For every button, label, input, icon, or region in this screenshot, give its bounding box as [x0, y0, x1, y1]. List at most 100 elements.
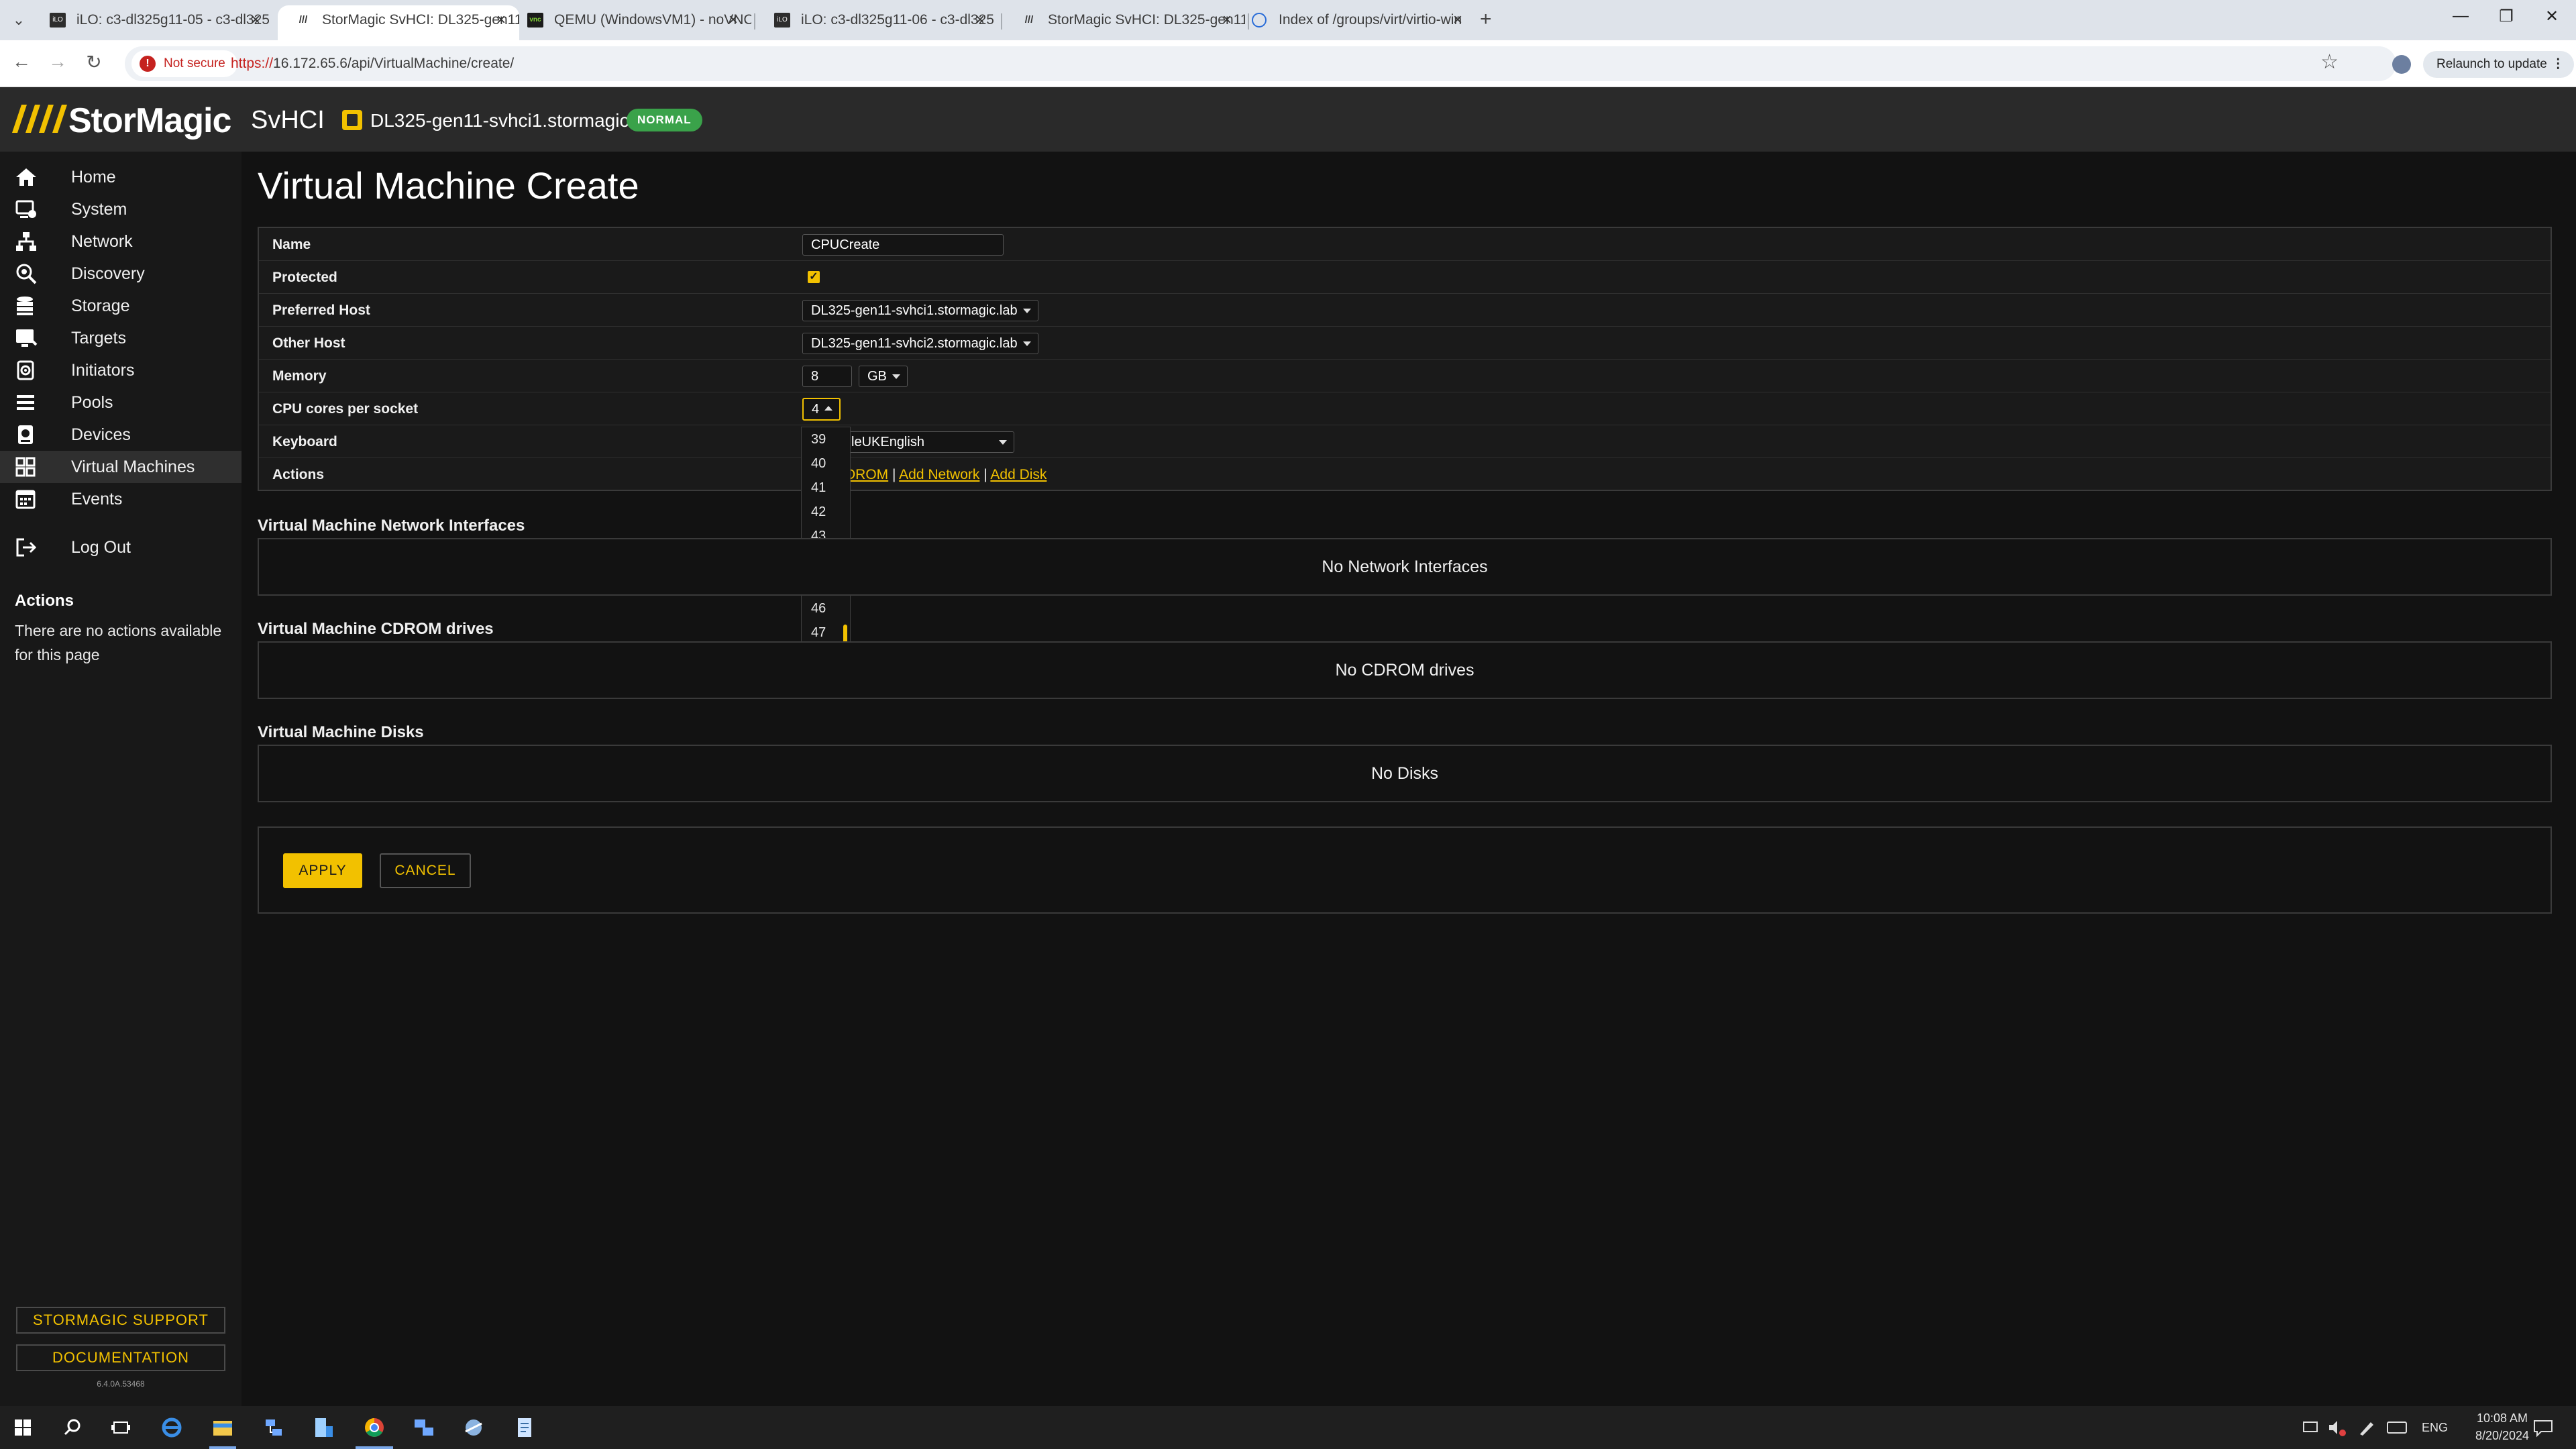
sidebar-item-discovery[interactable]: Discovery [0, 258, 241, 290]
sidebar-item-devices[interactable]: Devices [0, 419, 241, 451]
home-icon [16, 168, 36, 186]
network-tray-icon[interactable] [2301, 1414, 2321, 1441]
new-tab-icon[interactable]: + [1480, 8, 1492, 31]
form-row-actions: Actions DROM | Add Network | Add Disk [259, 458, 2551, 491]
add-cdrom-link[interactable]: DROM [845, 467, 888, 482]
cpu-option[interactable]: 40 [811, 451, 838, 476]
memory-unit-select[interactable]: GB [859, 366, 908, 387]
address-bar[interactable]: ! Not secure https://16.172.65.6/api/Vir… [125, 46, 2396, 81]
sidebar-item-initiators[interactable]: Initiators [0, 354, 241, 386]
sidebar-item-storage[interactable]: Storage [0, 290, 241, 322]
forward-icon[interactable]: → [44, 51, 71, 72]
name-input[interactable] [802, 234, 1004, 256]
task-view-icon[interactable] [107, 1414, 134, 1441]
storage-icon [17, 297, 33, 315]
documentation-button[interactable]: DOCUMENTATION [16, 1344, 225, 1371]
apply-button[interactable]: APPLY [283, 853, 362, 888]
tab-title: iLO: c3-dl325g11-05 - c3-dl325 [76, 12, 270, 28]
windows-start-icon[interactable] [9, 1414, 36, 1441]
browser-tab-2[interactable]: /// StorMagic SvHCI: DL325-gen11 × [278, 5, 519, 40]
notification-center-icon[interactable] [2532, 1414, 2555, 1441]
pen-tray-icon[interactable] [2356, 1414, 2376, 1441]
network-manager-icon[interactable] [260, 1414, 287, 1441]
preferred-host-select[interactable]: DL325-gen11-svhci1.stormagic.lab [802, 300, 1038, 321]
browser-tab-4[interactable]: iLO iLO: c3-dl325g11-06 - c3-dl325 × [757, 5, 998, 40]
security-chip[interactable]: ! Not secure [131, 50, 237, 77]
sidebar-item-network[interactable]: Network [0, 225, 241, 258]
cpu-option[interactable]: 39 [811, 427, 838, 451]
tab-separator [754, 13, 755, 30]
volume-muted-icon[interactable] [2326, 1414, 2347, 1441]
system-icon [15, 200, 36, 218]
sidebar-item-label: Log Out [71, 538, 131, 557]
server-manager-icon[interactable] [310, 1414, 337, 1441]
url-text[interactable]: https://16.172.65.6/api/VirtualMachine/c… [231, 46, 514, 81]
sidebar-item-targets[interactable]: Targets [0, 322, 241, 354]
chrome-icon[interactable] [361, 1414, 388, 1441]
cpu-cores-select[interactable]: 4 [802, 398, 841, 421]
sidebar-item-virtual-machines[interactable]: Virtual Machines [0, 451, 241, 483]
form-row-other-host: Other Host DL325-gen11-svhci2.stormagic.… [259, 327, 2551, 360]
sidebar-item-log-out[interactable]: Log Out [0, 531, 241, 564]
remote-desktop-icon[interactable] [411, 1414, 437, 1441]
file-explorer-icon[interactable] [209, 1414, 236, 1441]
sidebar-item-home[interactable]: Home [0, 161, 241, 193]
protected-checkbox[interactable]: ✓ [808, 271, 820, 283]
putty-icon[interactable] [460, 1414, 487, 1441]
cdrom-drives-panel: No CDROM drives [258, 641, 2552, 699]
minimize-icon[interactable]: — [2447, 7, 2474, 25]
host-name: DL325-gen11-svhci1.stormagic.lab [370, 110, 659, 131]
cpu-option[interactable]: 46 [811, 596, 838, 621]
sidebar-item-system[interactable]: System [0, 193, 241, 225]
form-row-memory: Memory GB [259, 360, 2551, 392]
sidebar-item-events[interactable]: Events [0, 483, 241, 515]
sidebar-item-label: System [71, 200, 127, 219]
sidebar-item-label: Virtual Machines [71, 458, 195, 476]
bookmark-star-icon[interactable]: ☆ [2320, 50, 2339, 74]
sidebar-item-label: Initiators [71, 361, 135, 380]
relaunch-button[interactable]: Relaunch to update ⋮ [2423, 51, 2574, 78]
form-buttons-panel: APPLY CANCEL [258, 826, 2552, 914]
close-tab-icon[interactable]: × [729, 5, 738, 35]
cpu-option[interactable]: 41 [811, 476, 838, 500]
close-window-icon[interactable]: ✕ [2538, 7, 2565, 26]
browser-tab-1[interactable]: iLO iLO: c3-dl325g11-05 - c3-dl325 × [32, 5, 274, 40]
close-tab-icon[interactable]: × [975, 5, 985, 35]
server-icon [342, 110, 362, 130]
reload-icon[interactable]: ↻ [80, 51, 107, 73]
clock-time[interactable]: 10:08 AM [2462, 1411, 2542, 1426]
back-icon[interactable]: ← [8, 51, 35, 72]
browser-tab-5[interactable]: /// StorMagic SvHCI: DL325-gen11 × [1004, 5, 1245, 40]
close-tab-icon[interactable]: × [1453, 5, 1462, 35]
language-indicator[interactable]: ENG [2422, 1421, 2448, 1435]
browser-tab-3[interactable]: vnc QEMU (WindowsVM1) - noVNC × [510, 5, 751, 40]
internet-explorer-icon[interactable] [158, 1414, 185, 1441]
memory-input[interactable] [802, 366, 852, 387]
network-interfaces-title: Virtual Machine Network Interfaces [258, 517, 525, 535]
form-row-keyboard: Keyboard leUKEnglish [259, 425, 2551, 458]
tab-search-icon[interactable]: ⌄ [9, 11, 28, 30]
warning-icon: ! [140, 56, 156, 72]
close-tab-icon[interactable]: × [251, 5, 260, 35]
stormagic-support-button[interactable]: STORMAGIC SUPPORT [16, 1307, 225, 1334]
network-interfaces-panel: No Network Interfaces [258, 538, 2552, 596]
search-icon[interactable] [59, 1414, 86, 1441]
profile-avatar-icon[interactable] [2392, 55, 2411, 74]
add-network-link[interactable]: Add Network [899, 467, 979, 482]
keyboard-tray-icon[interactable] [2385, 1414, 2408, 1441]
add-disk-link[interactable]: Add Disk [990, 467, 1046, 482]
kebab-menu-icon[interactable]: ⋮ [2552, 51, 2565, 78]
stormagic-icon: /// [1024, 14, 1034, 25]
close-tab-icon[interactable]: × [496, 5, 506, 35]
sidebar-item-label: Targets [71, 329, 126, 347]
restore-icon[interactable]: ❐ [2493, 7, 2520, 26]
clock-date[interactable]: 8/20/2024 [2462, 1429, 2542, 1443]
notepad-icon[interactable] [511, 1414, 538, 1441]
devices-icon [18, 425, 33, 444]
sidebar-item-pools[interactable]: Pools [0, 386, 241, 419]
browser-tab-6[interactable]: Index of /groups/virt/virtio-win × [1234, 5, 1476, 40]
cancel-button[interactable]: CANCEL [380, 853, 471, 888]
cpu-option[interactable]: 42 [811, 500, 838, 524]
other-host-select[interactable]: DL325-gen11-svhci2.stormagic.lab [802, 333, 1038, 354]
close-tab-icon[interactable]: × [1222, 5, 1232, 35]
